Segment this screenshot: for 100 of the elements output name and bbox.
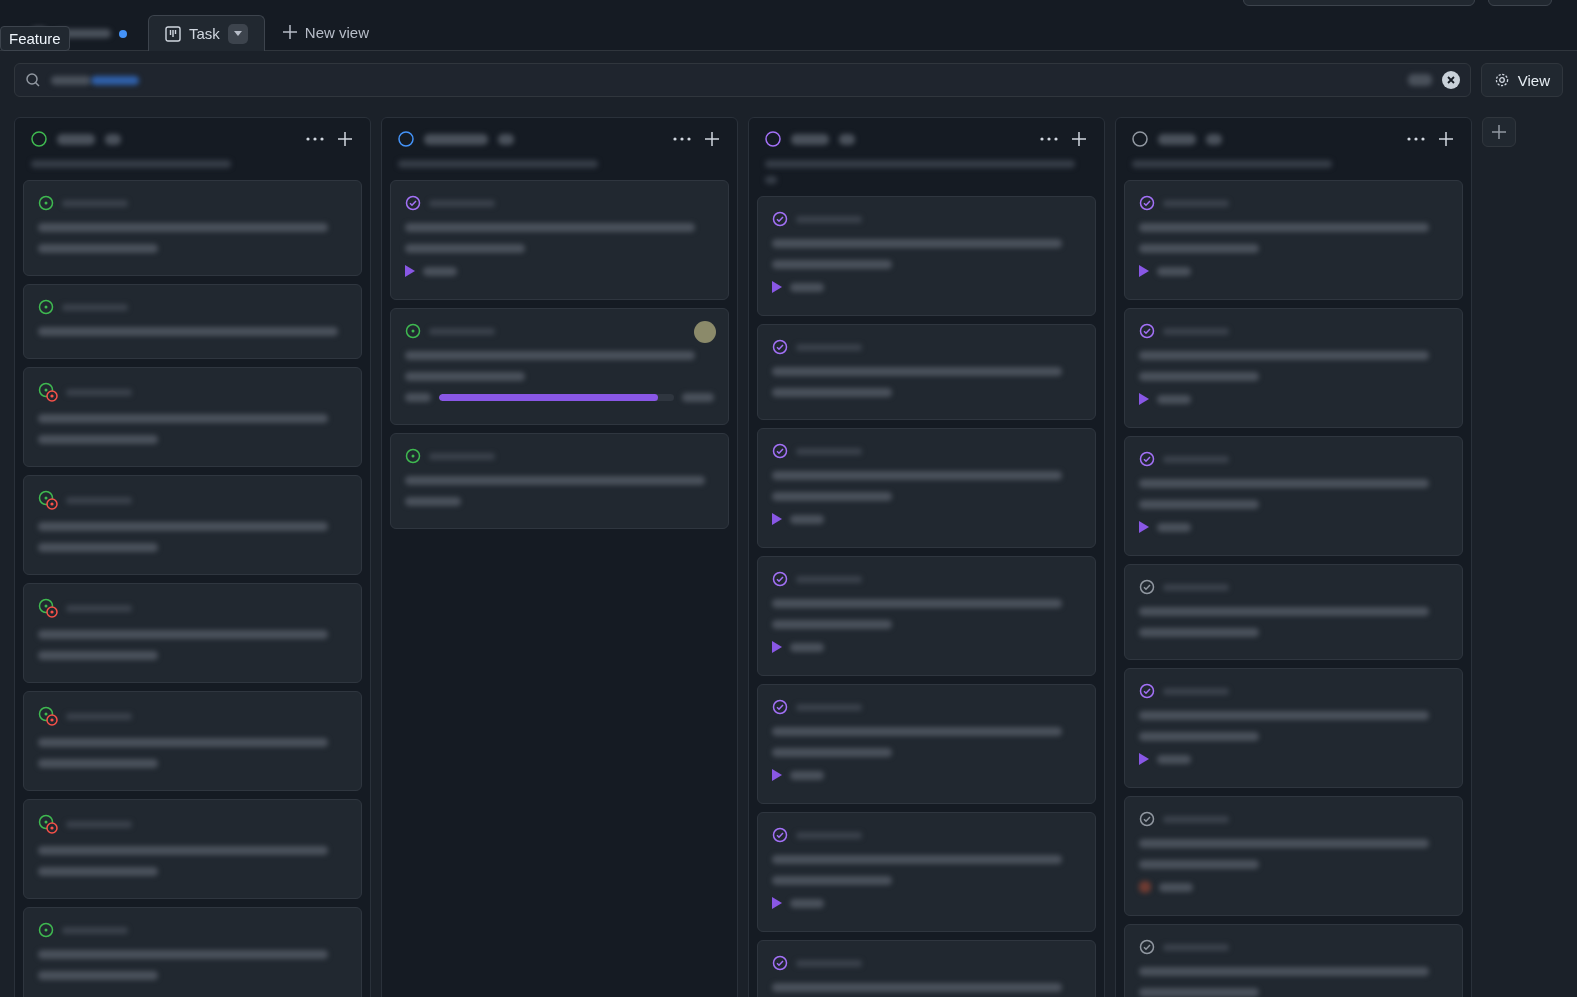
play-icon xyxy=(772,641,782,653)
blurred-text xyxy=(1157,522,1191,532)
blurred-text xyxy=(424,133,488,145)
issue-card[interactable] xyxy=(1124,308,1463,428)
clear-button[interactable] xyxy=(1441,71,1460,89)
issue-card[interactable] xyxy=(23,367,362,467)
issue-card[interactable] xyxy=(1124,180,1463,300)
issue-card[interactable] xyxy=(390,180,729,300)
play-icon xyxy=(405,265,415,277)
issue-card[interactable] xyxy=(757,812,1096,932)
more-button[interactable] xyxy=(1038,135,1060,143)
plus-icon xyxy=(1439,132,1453,146)
blocked-issue-icon xyxy=(38,598,58,618)
issue-card[interactable] xyxy=(23,180,362,276)
blocked-issue-icon xyxy=(38,382,58,402)
check-circle-icon xyxy=(405,195,421,211)
more-icon xyxy=(1407,137,1425,141)
blurred-text xyxy=(1157,754,1191,764)
check-circle-icon xyxy=(1139,195,1155,211)
plus-icon xyxy=(1072,132,1086,146)
issue-card[interactable] xyxy=(23,907,362,997)
issue-card[interactable] xyxy=(757,428,1096,548)
plus-icon xyxy=(282,25,297,39)
issue-card[interactable] xyxy=(1124,564,1463,660)
issue-card[interactable] xyxy=(23,583,362,683)
blocked-issue-icon xyxy=(38,706,58,726)
add-item-button[interactable] xyxy=(1437,130,1455,148)
blurred-text xyxy=(790,282,824,292)
play-icon xyxy=(772,897,782,909)
plus-icon xyxy=(705,132,719,146)
issue-card[interactable] xyxy=(1124,668,1463,788)
plus-icon xyxy=(1492,125,1506,139)
issue-card[interactable] xyxy=(23,799,362,899)
blurred-text xyxy=(57,133,95,145)
plus-icon xyxy=(338,132,352,146)
blurred-text xyxy=(51,75,91,85)
blurred-text xyxy=(423,266,457,276)
check-circle-icon xyxy=(772,827,788,843)
add-item-button[interactable] xyxy=(336,130,354,148)
issue-card[interactable] xyxy=(757,684,1096,804)
play-icon xyxy=(772,769,782,781)
check-circle-icon xyxy=(1139,323,1155,339)
check-circle-icon xyxy=(1139,811,1155,827)
check-circle-icon xyxy=(1139,939,1155,955)
issue-card[interactable] xyxy=(757,324,1096,420)
issue-card[interactable] xyxy=(23,691,362,791)
issue-card[interactable] xyxy=(757,196,1096,316)
blurred-text xyxy=(790,514,824,524)
blurred-text xyxy=(405,497,461,506)
blurred-text xyxy=(790,898,824,908)
play-icon xyxy=(1139,753,1149,765)
more-icon xyxy=(673,137,691,141)
check-circle-icon xyxy=(772,211,788,227)
more-button[interactable] xyxy=(1405,135,1427,143)
settings-icon xyxy=(1493,72,1510,88)
issue-card[interactable] xyxy=(757,556,1096,676)
issue-card[interactable] xyxy=(1124,436,1463,556)
blurred-text xyxy=(765,176,777,184)
blurred-text xyxy=(1157,266,1191,276)
more-button[interactable] xyxy=(304,135,326,143)
issue-card[interactable] xyxy=(23,475,362,575)
issue-card[interactable] xyxy=(23,284,362,359)
blurred-text xyxy=(1157,394,1191,404)
blurred-text xyxy=(91,75,139,85)
view-button[interactable]: View xyxy=(1480,63,1563,97)
board-icon xyxy=(165,25,181,42)
filter-field[interactable] xyxy=(14,63,1471,97)
issue-card[interactable] xyxy=(390,433,729,529)
add-item-button[interactable] xyxy=(703,130,721,148)
play-icon xyxy=(1139,265,1149,277)
caret-icon xyxy=(233,31,242,36)
blurred-text xyxy=(839,133,855,145)
blurred-text xyxy=(498,133,514,145)
blocked-issue-icon xyxy=(38,490,58,510)
open-issue-icon xyxy=(38,922,54,938)
blocked-issue-icon xyxy=(38,814,58,834)
blurred-text xyxy=(105,133,121,145)
view-tab[interactable]: Task xyxy=(148,15,265,51)
blurred-text xyxy=(1159,882,1193,892)
blurred-text xyxy=(790,770,824,780)
add-column-button[interactable] xyxy=(1482,117,1516,147)
check-circle-icon xyxy=(772,955,788,971)
add-item-button[interactable] xyxy=(1070,130,1088,148)
new-view-button[interactable]: New view xyxy=(268,14,384,50)
blurred-badge xyxy=(1139,881,1151,893)
play-icon xyxy=(772,281,782,293)
issue-card[interactable] xyxy=(390,308,729,425)
caret-button[interactable] xyxy=(227,23,248,44)
blurred-text xyxy=(790,642,824,652)
blurred-text xyxy=(1206,133,1222,145)
search-icon xyxy=(25,72,41,88)
open-issue-icon xyxy=(405,323,421,339)
play-icon xyxy=(1139,521,1149,533)
blurred-text xyxy=(682,393,714,402)
issue-card[interactable] xyxy=(1124,924,1463,997)
open-issue-icon xyxy=(38,299,54,315)
blurred-text xyxy=(1158,133,1196,145)
issue-card[interactable] xyxy=(1124,796,1463,916)
check-circle-icon xyxy=(1139,683,1155,699)
more-button[interactable] xyxy=(671,135,693,143)
